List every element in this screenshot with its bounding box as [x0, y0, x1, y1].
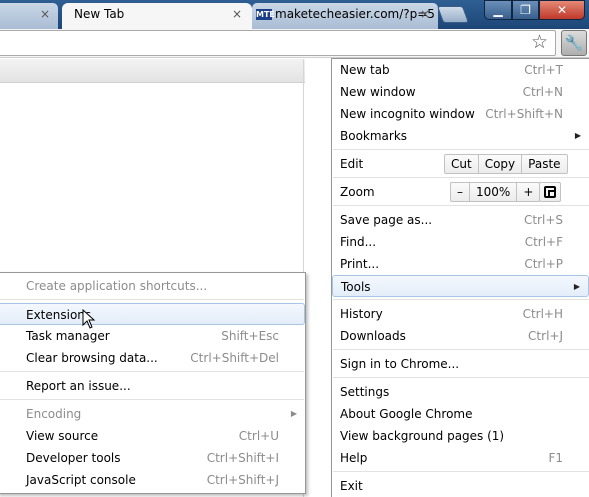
menu-item-exit[interactable]: Exit — [332, 475, 589, 497]
paste-button[interactable]: Paste — [521, 155, 566, 173]
menu-item-extensions[interactable]: Extensions — [0, 303, 305, 325]
menu-item-about[interactable]: About Google Chrome — [332, 403, 589, 425]
menu-item-new-tab[interactable]: New tab Ctrl+T — [332, 59, 589, 81]
menu-item-bookmarks[interactable]: Bookmarks ▶ — [332, 125, 589, 147]
zoom-level: 100% — [469, 183, 516, 201]
bookmark-star-icon[interactable]: ☆ — [531, 31, 548, 53]
menu-item-tools[interactable]: Tools ▶ — [332, 275, 589, 297]
minimize-button[interactable]: ▁ — [484, 0, 512, 20]
menu-item-new-window[interactable]: New window Ctrl+N — [332, 81, 589, 103]
tab-new-tab[interactable]: New Tab × — [62, 3, 252, 29]
menu-item-settings[interactable]: Settings — [332, 381, 589, 403]
tab-close-icon[interactable]: × — [40, 3, 50, 25]
zoom-out-button[interactable]: – — [451, 183, 469, 201]
menu-item-encoding: Encoding ▶ — [0, 403, 305, 425]
wrench-menu-button[interactable]: 🔧 — [561, 30, 587, 56]
page-header-bar — [0, 59, 305, 83]
menu-separator — [333, 471, 589, 472]
site-favicon-icon: MTE — [256, 9, 275, 20]
menu-item-clear-data[interactable]: Clear browsing data... Ctrl+Shift+Del — [0, 347, 305, 369]
tab-previous[interactable]: × — [0, 3, 58, 29]
cut-button[interactable]: Cut — [445, 155, 478, 173]
menu-separator — [333, 205, 589, 206]
menu-item-developer-tools[interactable]: Developer tools Ctrl+Shift+I — [0, 447, 305, 469]
edit-button-group: Cut Copy Paste — [444, 154, 568, 174]
toolbar: ☆ 🔧 — [0, 29, 589, 58]
menu-item-zoom: Zoom – 100% + — [332, 181, 589, 203]
submenu-arrow-icon: ▶ — [573, 282, 580, 291]
copy-button[interactable]: Copy — [477, 155, 521, 173]
fullscreen-icon — [544, 186, 556, 198]
menu-item-find[interactable]: Find... Ctrl+F — [332, 231, 589, 253]
menu-separator — [0, 299, 304, 300]
menu-item-background-pages[interactable]: View background pages (1) — [332, 425, 589, 447]
maximize-button[interactable]: ❐ — [512, 0, 539, 20]
omnibox[interactable] — [0, 30, 556, 56]
menu-item-sign-in[interactable]: Sign in to Chrome... — [332, 353, 589, 375]
menu-item-history[interactable]: History Ctrl+H — [332, 303, 589, 325]
tab-close-icon[interactable]: × — [420, 3, 430, 25]
new-tab-button[interactable] — [436, 6, 470, 23]
zoom-in-button[interactable]: + — [516, 183, 539, 201]
wrench-icon: 🔧 — [564, 34, 584, 52]
menu-item-print[interactable]: Print... Ctrl+P — [332, 253, 589, 275]
close-window-button[interactable]: ✕ — [539, 0, 585, 20]
menu-item-create-shortcuts: Create application shortcuts... — [26, 279, 208, 293]
menu-item-help[interactable]: Help F1 — [332, 447, 589, 469]
menu-separator — [333, 177, 589, 178]
menu-item-report-issue[interactable]: Report an issue... — [0, 375, 305, 397]
tab-title: New Tab — [74, 7, 125, 21]
menu-separator — [0, 371, 304, 372]
tab-title: maketecheasier.com/?p=5 — [275, 7, 435, 21]
submenu-arrow-icon: ▶ — [290, 409, 297, 418]
window-controls: ▁ ❐ ✕ — [484, 0, 589, 20]
menu-item-save-page[interactable]: Save page as... Ctrl+S — [332, 209, 589, 231]
menu-item-new-incognito[interactable]: New incognito window Ctrl+Shift+N — [332, 103, 589, 125]
menu-item-js-console[interactable]: JavaScript console Ctrl+Shift+J — [0, 469, 305, 491]
menu-separator — [333, 149, 589, 150]
menu-item-view-source[interactable]: View source Ctrl+U — [0, 425, 305, 447]
tab-maketecheasier[interactable]: MTEmaketecheasier.com/?p=5 × — [252, 3, 438, 29]
fullscreen-button[interactable] — [539, 182, 561, 202]
chrome-main-menu: New tab Ctrl+T New window Ctrl+N New incog… — [331, 58, 589, 497]
menu-item-task-manager[interactable]: Task manager Shift+Esc — [0, 325, 305, 347]
submenu-arrow-icon: ▶ — [574, 131, 581, 140]
tab-close-icon[interactable]: × — [232, 3, 242, 25]
menu-separator — [333, 299, 589, 300]
zoom-button-group: – 100% + — [450, 182, 541, 202]
menu-separator — [333, 349, 589, 350]
tools-submenu: Create application shortcuts... Extensio… — [0, 272, 306, 494]
tab-strip: × New Tab × MTEmaketecheasier.com/?p=5 ×… — [0, 0, 589, 29]
menu-item-edit: Edit Cut Copy Paste — [332, 153, 589, 175]
menu-item-downloads[interactable]: Downloads Ctrl+J — [332, 325, 589, 347]
menu-separator — [0, 399, 304, 400]
menu-separator — [333, 377, 589, 378]
